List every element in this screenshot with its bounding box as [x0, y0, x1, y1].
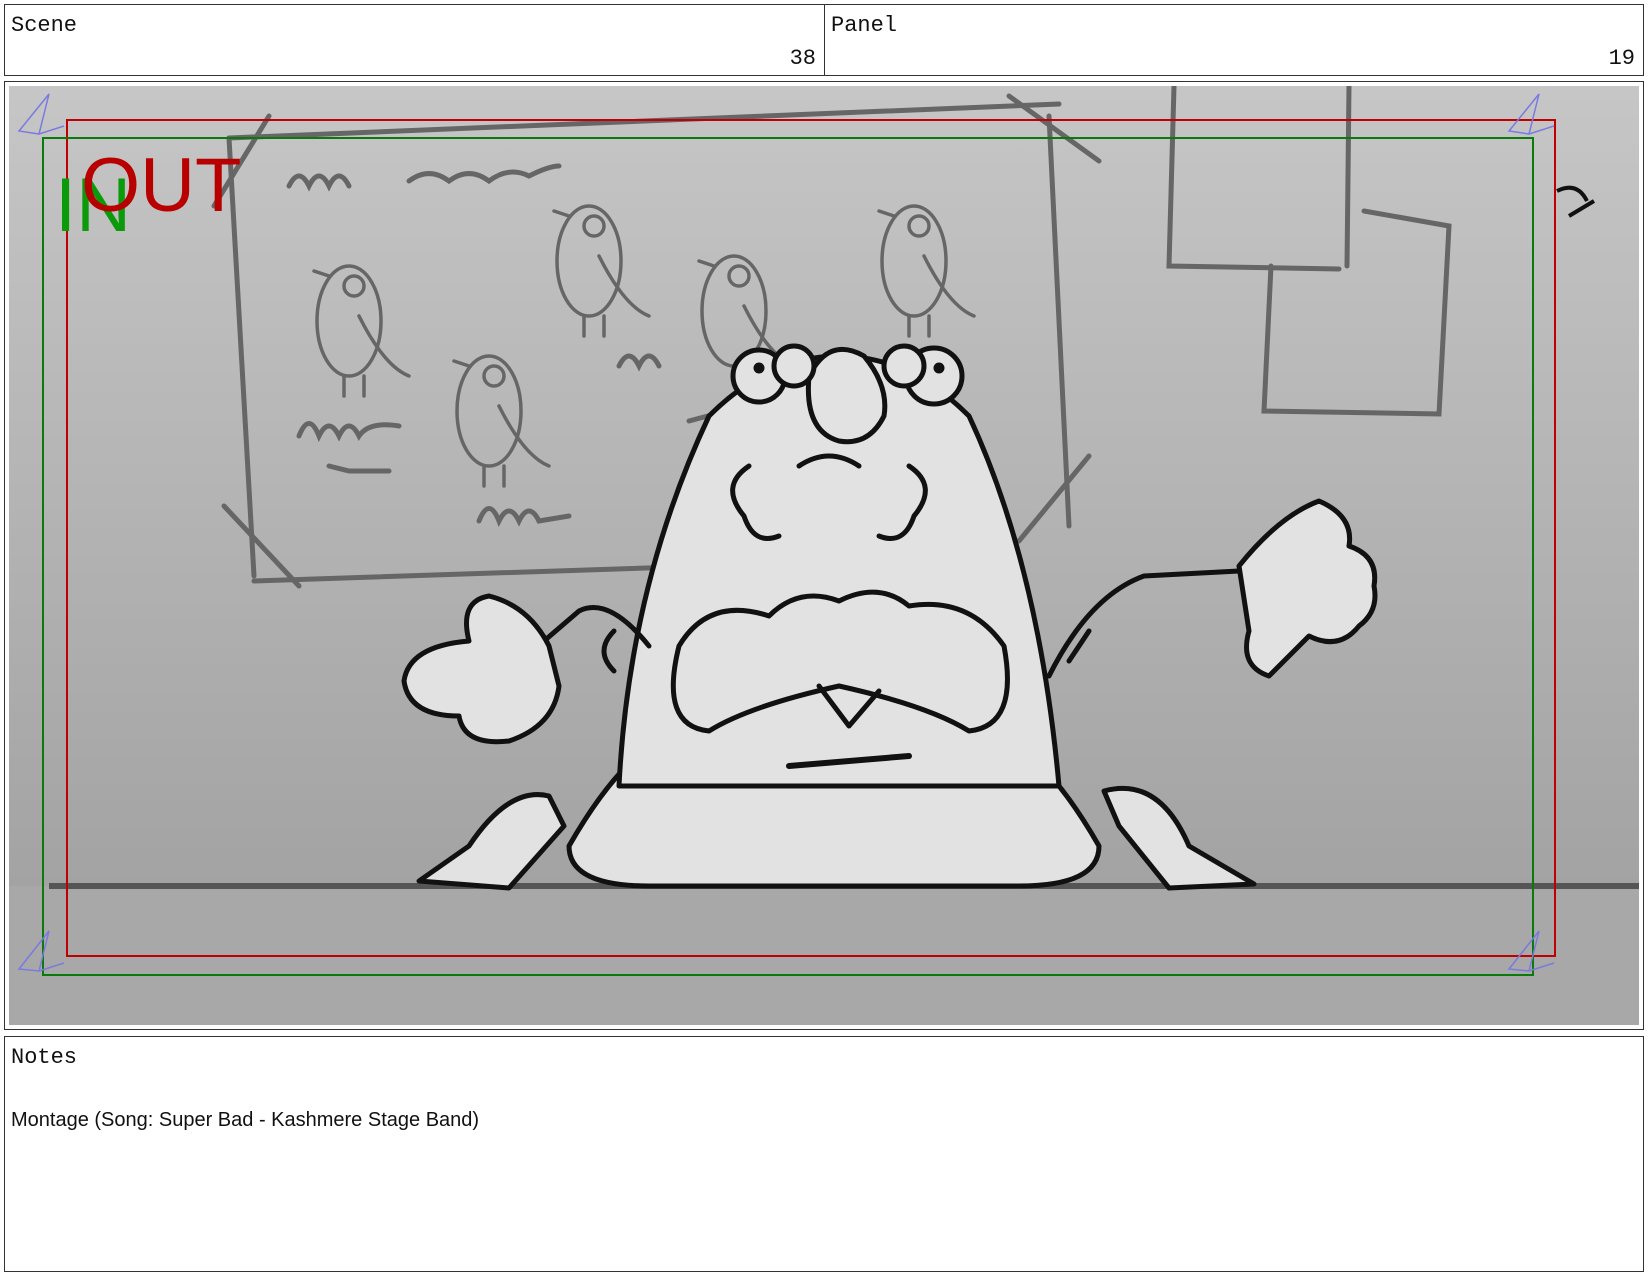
storyboard-frame: IN OUT [4, 81, 1644, 1030]
panel-label: Panel [831, 13, 898, 38]
scene-number: 38 [789, 46, 816, 71]
out-label: OUT [81, 143, 241, 228]
storyboard-drawing: IN OUT [9, 86, 1639, 1025]
notes-text: Montage (Song: Super Bad - Kashmere Stag… [11, 1109, 480, 1131]
scene-label: Scene [11, 13, 78, 38]
panel-number: 19 [1608, 46, 1635, 71]
notes-label: Notes [11, 1045, 78, 1070]
panel-field: Panel 19 [824, 4, 1644, 76]
scene-field: Scene 38 [4, 4, 825, 76]
notes-field: Notes Montage (Song: Super Bad - Kashmer… [4, 1036, 1644, 1272]
